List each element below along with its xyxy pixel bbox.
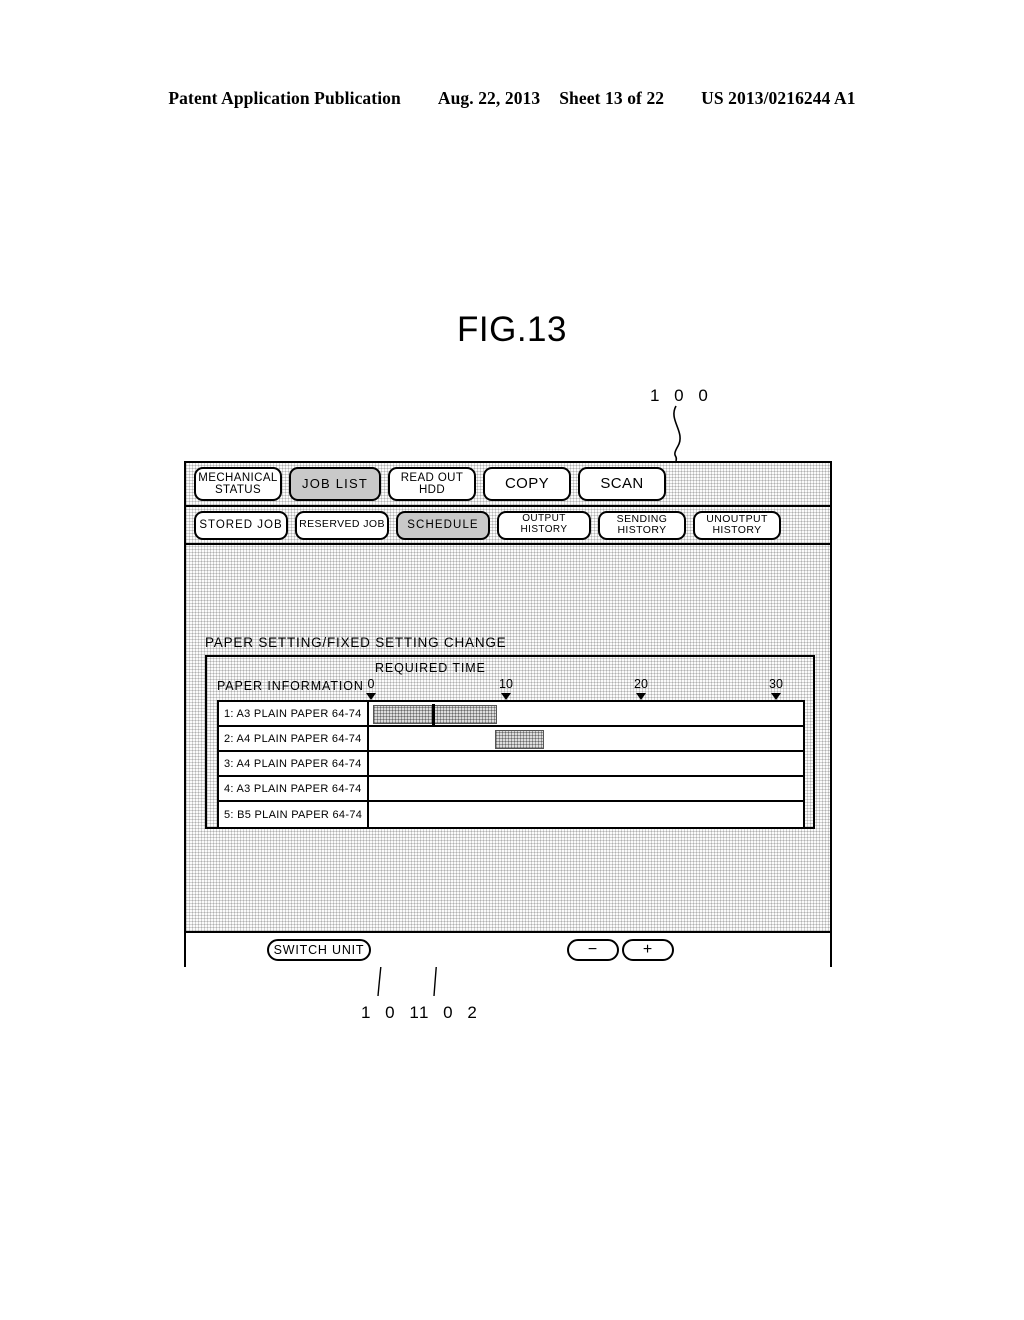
table-row[interactable]: 4: A3 PLAIN PAPER 64-74 — [219, 777, 803, 802]
leader-line-100 — [673, 405, 681, 462]
bottom-control-bar: SWITCH UNIT − + — [186, 931, 830, 967]
gantt-track[interactable] — [369, 702, 803, 725]
tick-marker-icon — [636, 693, 646, 700]
tab-sending-history[interactable]: SENDING HISTORY — [598, 510, 686, 540]
paper-information-cell: 4: A3 PLAIN PAPER 64-74 — [219, 777, 369, 800]
publication-label: Patent Application Publication — [168, 88, 401, 108]
content-title: PAPER SETTING/FIXED SETTING CHANGE — [205, 635, 507, 650]
primary-tab-bar: MECHANICAL STATUS JOB LIST READ OUT HDD … — [186, 463, 830, 507]
secondary-tab-bar: STORED JOB RESERVED JOB SCHEDULE OUTPUT … — [186, 507, 830, 545]
publication-date: Aug. 22, 2013 — [437, 88, 541, 108]
gantt-track[interactable] — [369, 727, 803, 750]
patent-number: US 2013/0216244 A1 — [701, 88, 856, 108]
tick-marker-icon — [366, 693, 376, 700]
figure-label: FIG.13 — [457, 310, 567, 349]
reference-numeral-100: 1 0 0 — [650, 386, 713, 405]
tab-schedule[interactable]: SCHEDULE — [396, 510, 490, 540]
tick-marker-icon — [501, 693, 511, 700]
column-header-paper-information: PAPER INFORMATION — [217, 679, 364, 693]
table-row[interactable]: 1: A3 PLAIN PAPER 64-74 — [219, 702, 803, 727]
device-operation-panel: MECHANICAL STATUS JOB LIST READ OUT HDD … — [184, 461, 832, 967]
schedule-table: 1: A3 PLAIN PAPER 64-74 2: A4 PLAIN PAPE… — [217, 700, 805, 829]
tab-output-history[interactable]: OUTPUT HISTORY — [497, 510, 591, 540]
tab-read-out-hdd[interactable]: READ OUT HDD — [388, 467, 476, 501]
paper-information-cell: 2: A4 PLAIN PAPER 64-74 — [219, 727, 369, 750]
axis-title-required-time: REQUIRED TIME — [375, 661, 486, 675]
table-row[interactable]: 5: B5 PLAIN PAPER 64-74 — [219, 802, 803, 827]
tab-unoutput-history[interactable]: UNOUTPUT HISTORY — [693, 510, 781, 540]
reference-numeral-102: 1 0 2 — [419, 1003, 482, 1022]
table-row[interactable]: 2: A4 PLAIN PAPER 64-74 — [219, 727, 803, 752]
paper-information-cell: 5: B5 PLAIN PAPER 64-74 — [219, 802, 369, 827]
paper-information-cell: 1: A3 PLAIN PAPER 64-74 — [219, 702, 369, 725]
tab-copy[interactable]: COPY — [483, 467, 571, 501]
tab-scan[interactable]: SCAN — [578, 467, 666, 501]
gantt-track[interactable] — [369, 802, 803, 827]
tab-reserved-job[interactable]: RESERVED JOB — [295, 510, 389, 540]
content-area: PAPER SETTING/FIXED SETTING CHANGE PAPER… — [186, 545, 830, 967]
decrease-button[interactable]: − — [567, 939, 619, 961]
schedule-gantt-chart: PAPER INFORMATION REQUIRED TIME 0 10 20 … — [205, 655, 815, 829]
paper-information-cell: 3: A4 PLAIN PAPER 64-74 — [219, 752, 369, 775]
sheet-number: Sheet 13 of 22 — [559, 88, 665, 108]
reference-numeral-101: 1 0 1 — [361, 1003, 424, 1022]
tab-stored-job[interactable]: STORED JOB — [194, 510, 288, 540]
switch-unit-button[interactable]: SWITCH UNIT — [267, 939, 371, 961]
tab-job-list[interactable]: JOB LIST — [289, 467, 381, 501]
increase-button[interactable]: + — [622, 939, 674, 961]
gantt-track[interactable] — [369, 752, 803, 775]
tab-mechanical-status[interactable]: MECHANICAL STATUS — [194, 467, 282, 501]
page-header: Patent Application Publication Aug. 22, … — [0, 88, 1024, 109]
table-row[interactable]: 3: A4 PLAIN PAPER 64-74 — [219, 752, 803, 777]
tick-marker-icon — [771, 693, 781, 700]
gantt-bar-divider — [432, 704, 436, 725]
gantt-track[interactable] — [369, 777, 803, 800]
gantt-bar[interactable] — [494, 730, 545, 749]
